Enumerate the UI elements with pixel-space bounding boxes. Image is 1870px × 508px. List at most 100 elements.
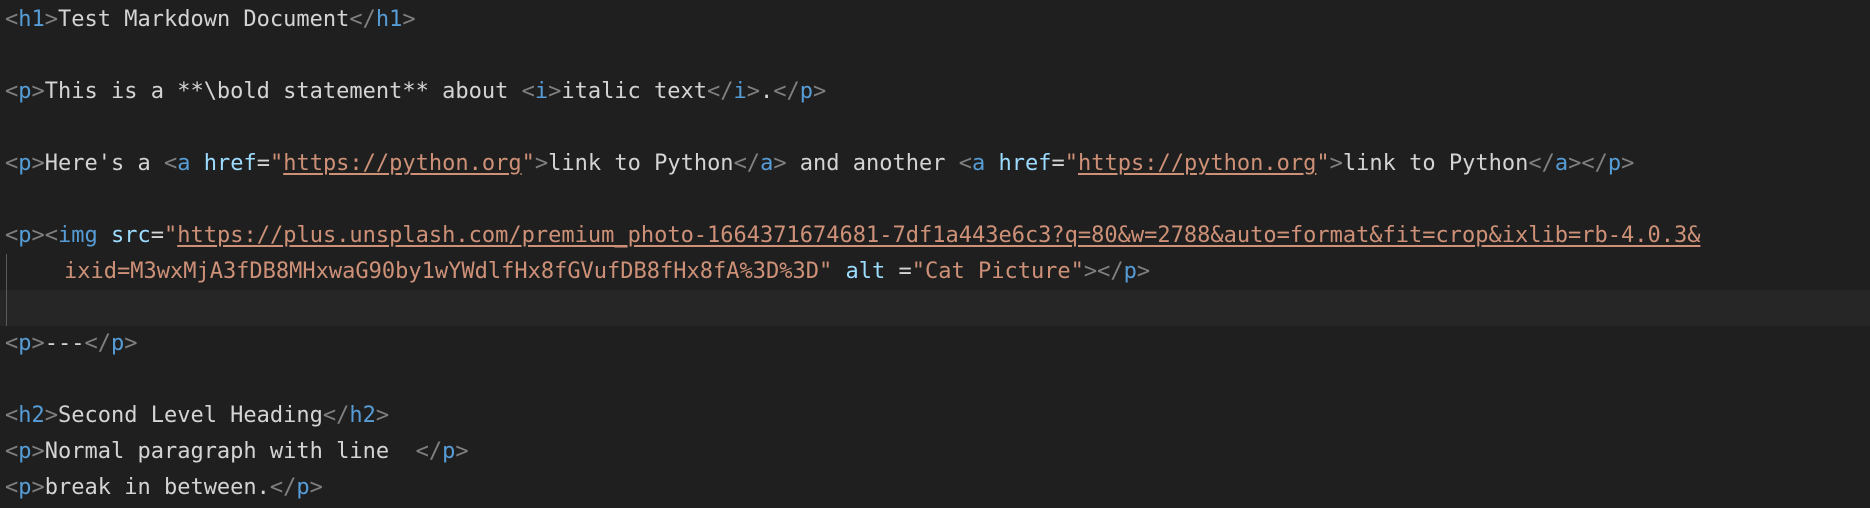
code-token: </ [349,7,376,32]
code-token: src [111,223,151,248]
code-token: < [5,7,19,32]
code-editor[interactable]: <h1>Test Markdown Document</h1> <p>This i… [0,0,1870,508]
code-token: href [998,151,1052,176]
code-token: " [521,151,535,176]
code-line[interactable]: <p>---</p> [0,326,1870,362]
code-line[interactable]: <p>This is a **\bold statement** about <… [0,74,1870,110]
code-token: p [18,151,32,176]
code-token: </ [1528,151,1555,176]
code-token: a [1554,151,1569,176]
code-token: p [18,439,32,464]
code-token: = [256,151,270,176]
code-token: > [124,331,138,356]
blank-line[interactable] [0,110,1870,146]
code-token: > [402,7,416,32]
code-token: > [31,79,45,104]
code-token: and another [786,151,959,176]
url-link[interactable]: https://plus.unsplash.com/premium_photo-… [177,223,1700,248]
code-token: p [18,475,32,500]
url-link[interactable]: https://python.org [283,151,521,176]
code-token: > [455,439,469,464]
code-token: img [58,223,98,248]
code-token: link to Python [548,151,734,176]
code-line[interactable]: <p><img src="https://plus.unsplash.com/p… [0,218,1870,254]
code-token: </ [322,403,350,428]
code-token: p [18,331,32,356]
code-token: < [5,439,19,464]
code-token: h2 [349,403,376,428]
code-token: > [375,403,390,428]
code-token: < [5,475,19,500]
code-token: > [1568,151,1582,176]
code-token: a [177,151,191,176]
code-token: < [5,151,19,176]
blank-line[interactable] [0,38,1870,74]
code-token: --- [44,331,85,356]
code-token: h1 [18,7,45,32]
code-token: < [5,223,19,248]
code-token: </ [84,331,112,356]
code-token: </ [269,475,297,500]
code-token: ixid=M3wxMjA3fDB8MHxwaG90by1wYWdlfHx8fGV… [64,259,819,284]
code-line[interactable]: <p>Here's a <a href="https://python.org"… [0,146,1870,182]
url-link[interactable]: https://python.org [1078,151,1316,176]
code-token: " [818,259,833,284]
code-token: > [813,79,827,104]
code-token: > [31,223,45,248]
code-token: italic text [561,79,708,104]
code-token: > [1329,151,1343,176]
code-token: > [44,7,58,32]
code-token: break in between. [44,475,270,500]
code-token: > [31,475,45,500]
code-token: = [1051,151,1065,176]
code-token: p [442,439,456,464]
code-token: " [1316,151,1330,176]
code-token: p [111,331,125,356]
code-token: . [760,79,774,104]
code-line-wrapped[interactable]: ixid=M3wxMjA3fDB8MHxwaG90by1wYWdlfHx8fGV… [0,254,1870,290]
code-token: link to Python [1342,151,1529,176]
code-token: </ [1581,151,1608,176]
active-line[interactable] [0,290,1870,326]
code-token: p [1607,151,1622,176]
code-token: " [269,151,284,176]
code-token: p [296,475,310,500]
code-line[interactable]: <h2>Second Level Heading</h2> [0,398,1870,434]
code-line[interactable]: <p>Normal paragraph with line </p> [0,434,1870,470]
code-token: i [733,79,747,104]
code-token: = [150,223,164,248]
code-token: h2 [18,403,45,428]
code-token: h1 [375,7,403,32]
code-token: > [44,403,58,428]
code-token: a [760,151,774,176]
code-token: < [958,151,972,176]
code-token: p [799,79,814,104]
blank-line[interactable] [0,362,1870,398]
code-token: = [885,259,912,284]
code-token: </ [415,439,443,464]
blank-line[interactable] [0,182,1870,218]
code-token: href [203,151,257,176]
code-token: p [1123,259,1137,284]
code-token: > [1136,259,1151,284]
code-token: > [31,439,45,464]
code-token: " [1064,151,1078,176]
code-token: </ [733,151,761,176]
code-token: alt [845,259,886,284]
code-token: Here's a [44,151,164,176]
code-token: i [534,79,549,104]
code-token: " [164,223,178,248]
code-token: > [548,79,562,104]
code-token: > [746,79,761,104]
code-line[interactable]: <p>break in between.</p> [0,470,1870,506]
code-token: < [5,331,19,356]
code-token: < [163,151,178,176]
code-token: > [31,151,45,176]
code-line[interactable]: <h1>Test Markdown Document</h1> [0,2,1870,38]
code-token: > [1083,259,1098,284]
code-token: < [44,223,58,248]
